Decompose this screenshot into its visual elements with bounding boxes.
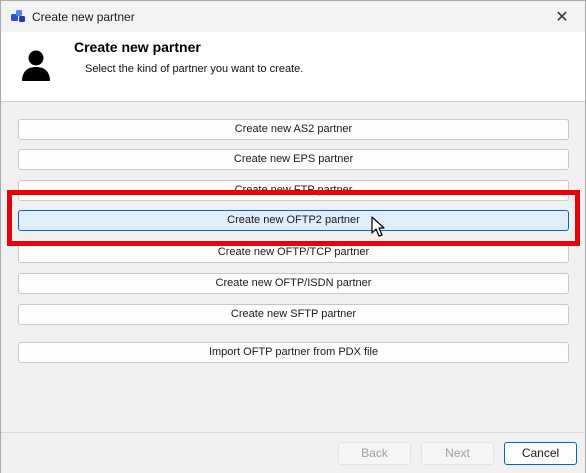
next-button[interactable]: Next [421, 442, 494, 465]
user-icon [22, 50, 50, 81]
close-button[interactable]: ✕ [539, 1, 585, 32]
create-sftp-partner-button[interactable]: Create new SFTP partner [18, 304, 569, 325]
back-button[interactable]: Back [338, 442, 411, 465]
dialog-window: Create new partner ✕ Create new partner … [0, 0, 586, 473]
create-oftp-tcp-partner-button[interactable]: Create new OFTP/TCP partner [18, 242, 569, 263]
page-title: Create new partner [74, 39, 201, 55]
window-title: Create new partner [32, 10, 135, 24]
app-logo-icon [11, 10, 25, 22]
create-oftp-isdn-partner-button[interactable]: Create new OFTP/ISDN partner [18, 273, 569, 294]
options-panel: Create new AS2 partner Create new EPS pa… [1, 102, 585, 432]
wizard-header: Create new partner Select the kind of pa… [1, 32, 585, 102]
cancel-button[interactable]: Cancel [504, 442, 577, 465]
title-bar: Create new partner ✕ [1, 1, 585, 32]
close-icon: ✕ [555, 8, 569, 26]
create-ftp-partner-button[interactable]: Create new FTP partner [18, 180, 569, 201]
create-oftp2-partner-button[interactable]: Create new OFTP2 partner [18, 210, 569, 231]
page-subtitle: Select the kind of partner you want to c… [85, 63, 304, 75]
create-as2-partner-button[interactable]: Create new AS2 partner [18, 119, 569, 140]
wizard-footer: Back Next Cancel [1, 432, 585, 473]
import-pdx-partner-button[interactable]: Import OFTP partner from PDX file [18, 342, 569, 363]
mouse-cursor-icon [371, 216, 385, 237]
create-eps-partner-button[interactable]: Create new EPS partner [18, 149, 569, 170]
